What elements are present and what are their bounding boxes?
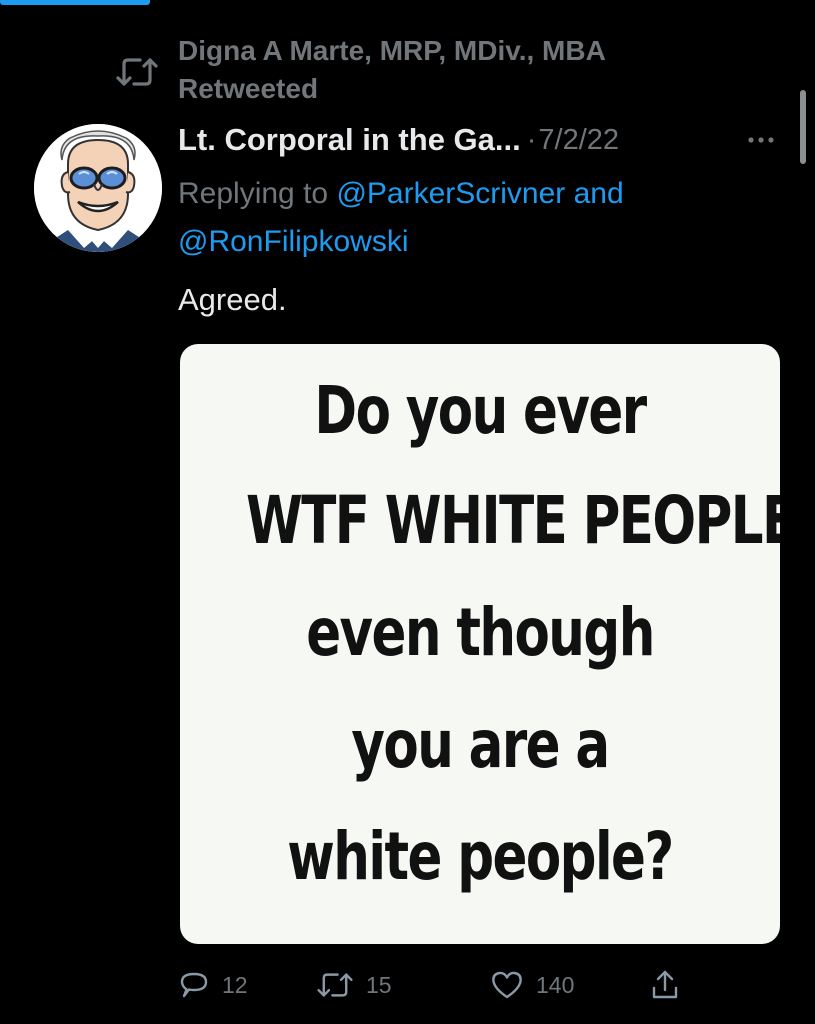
- avatar-caricature-image: [34, 124, 162, 252]
- retweet-count: 15: [366, 971, 392, 998]
- retweet-icon: [116, 58, 158, 86]
- retweeted-by-text[interactable]: Digna A Marte, MRP, MDiv., MBA Retweeted: [178, 32, 698, 108]
- retweet-button[interactable]: 15: [316, 962, 392, 1008]
- header-separator: ·: [526, 123, 537, 156]
- replying-to-line: Replying to @ParkerScrivner and @RonFili…: [178, 170, 778, 266]
- meme-text-line: white people?: [287, 818, 674, 895]
- active-tab-indicator: [0, 0, 150, 5]
- share-button[interactable]: [650, 962, 680, 1008]
- timeline-page: Digna A Marte, MRP, MDiv., MBA Retweeted…: [0, 0, 815, 1024]
- tweet-timestamp[interactable]: 7/2/22: [538, 124, 619, 157]
- tweet-media-image[interactable]: Do you ever WTF WHITE PEOPLE even though…: [180, 344, 780, 944]
- meme-text-line: even though: [306, 594, 655, 671]
- tweet-action-bar: 12 15 140: [178, 962, 778, 1008]
- avatar[interactable]: [34, 124, 162, 252]
- reply-count: 12: [222, 971, 248, 998]
- more-horizontal-icon[interactable]: [746, 128, 776, 152]
- tweet-text: Agreed.: [178, 282, 287, 317]
- replying-prefix: Replying to: [178, 177, 329, 210]
- like-count: 140: [536, 971, 575, 998]
- like-button[interactable]: 140: [490, 962, 574, 1008]
- scrollbar[interactable]: [800, 90, 806, 164]
- author-name[interactable]: Lt. Corporal in the Ga...: [178, 122, 521, 158]
- heart-icon: [492, 971, 522, 999]
- share-icon: [652, 970, 678, 999]
- mention-link[interactable]: @RonFilipkowski: [178, 225, 409, 258]
- reply-bubble-icon: [180, 972, 208, 998]
- mention-link[interactable]: @ParkerScrivner: [336, 177, 565, 210]
- meme-text-line: Do you ever: [314, 372, 647, 449]
- mention-joiner[interactable]: and: [574, 177, 624, 210]
- meme-text-line: WTF WHITE PEOPLE: [246, 482, 780, 559]
- tweet-header: Lt. Corporal in the Ga... · 7/2/22: [178, 118, 619, 162]
- reply-button[interactable]: 12: [178, 962, 248, 1008]
- meme-text-line: you are a: [351, 706, 610, 783]
- retweet-icon: [317, 973, 353, 997]
